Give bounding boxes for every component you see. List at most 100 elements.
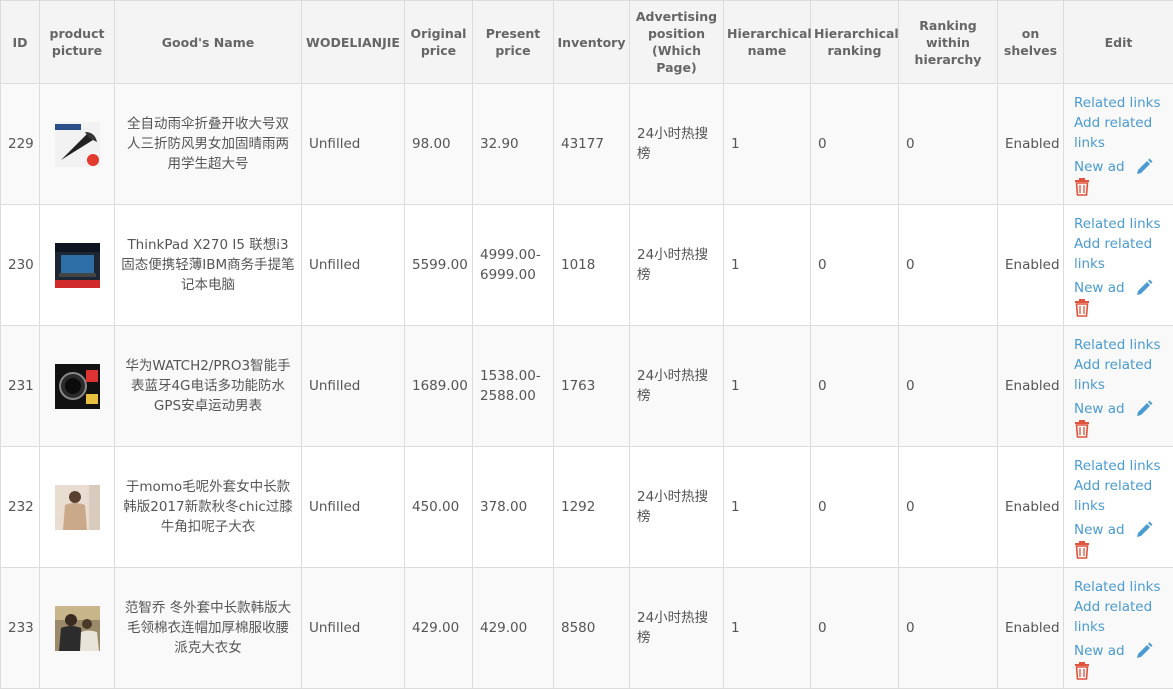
row-goods-name: 全自动雨伞折叠开收大号双人三折防风男女加固晴雨两用学生超大号 [115, 84, 302, 205]
row-wodelianjie: Unfilled [302, 326, 405, 447]
row-ad-position: 24小时热搜榜 [630, 447, 724, 568]
header-hierarchical-name: Hierarchical name [724, 1, 811, 84]
table-header: ID product picture Good's Name WODELIANJ… [1, 1, 1173, 84]
row-status: Enabled [998, 84, 1064, 205]
row-goods-name: 范智乔 冬外套中长款韩版大毛领棉衣连帽加厚棉服收腰派克大衣女 [115, 568, 302, 689]
product-table: ID product picture Good's Name WODELIANJ… [0, 0, 1173, 689]
header-inventory: Inventory [554, 1, 630, 84]
row-original-price: 1689.00 [405, 326, 473, 447]
row-wodelianjie: Unfilled [302, 568, 405, 689]
row-hierarchical-name: 1 [724, 326, 811, 447]
pencil-edit-icon[interactable] [1135, 642, 1153, 660]
row-goods-name: 于momo毛呢外套女中长款韩版2017新款秋冬chic过膝牛角扣呢子大衣 [115, 447, 302, 568]
table-body: 229 全自动雨伞折叠开收大号双人三折防风男女加固晴雨两用学生超大号 Unfil… [1, 84, 1173, 689]
row-hierarchical-ranking: 0 [811, 326, 899, 447]
row-hierarchical-name: 1 [724, 205, 811, 326]
row-edit-actions: Related links Add related links New ad [1064, 326, 1173, 447]
trash-delete-icon[interactable] [1074, 299, 1090, 317]
pencil-edit-icon[interactable] [1135, 400, 1153, 418]
product-thumbnail-umbrella[interactable] [55, 122, 100, 167]
row-ranking-within: 0 [899, 326, 998, 447]
row-present-price: 429.00 [473, 568, 554, 689]
row-wodelianjie: Unfilled [302, 447, 405, 568]
add-related-links-link[interactable]: Add related links [1074, 476, 1169, 516]
row-goods-name: 华为WATCH2/PRO3智能手表蓝牙4G电话多功能防水GPS安卓运动男表 [115, 326, 302, 447]
header-name: Good's Name [115, 1, 302, 84]
row-ad-position: 24小时热搜榜 [630, 84, 724, 205]
related-links-link[interactable]: Related links [1074, 335, 1169, 355]
header-id: ID [1, 1, 40, 84]
header-original-price: Original price [405, 1, 473, 84]
new-ad-link[interactable]: New ad [1074, 641, 1125, 661]
row-present-price: 32.90 [473, 84, 554, 205]
row-inventory: 1018 [554, 205, 630, 326]
table-row: 229 全自动雨伞折叠开收大号双人三折防风男女加固晴雨两用学生超大号 Unfil… [1, 84, 1173, 205]
add-related-links-link[interactable]: Add related links [1074, 113, 1169, 153]
row-hierarchical-name: 1 [724, 84, 811, 205]
row-original-price: 5599.00 [405, 205, 473, 326]
pencil-edit-icon[interactable] [1135, 158, 1153, 176]
row-hierarchical-ranking: 0 [811, 205, 899, 326]
related-links-link[interactable]: Related links [1074, 93, 1169, 113]
row-ranking-within: 0 [899, 447, 998, 568]
trash-delete-icon[interactable] [1074, 541, 1090, 559]
row-original-price: 98.00 [405, 84, 473, 205]
row-status: Enabled [998, 205, 1064, 326]
row-edit-actions: Related links Add related links New ad [1064, 84, 1173, 205]
row-ranking-within: 0 [899, 568, 998, 689]
table-row: 230 ThinkPad X270 I5 联想i3固态便携轻薄IBM商务手提笔记… [1, 205, 1173, 326]
row-ranking-within: 0 [899, 205, 998, 326]
add-related-links-link[interactable]: Add related links [1074, 234, 1169, 274]
row-present-price: 1538.00-2588.00 [473, 326, 554, 447]
trash-delete-icon[interactable] [1074, 178, 1090, 196]
table-row: 233 范智乔 冬外套中长款韩版大毛领棉衣连帽加厚棉服收腰派克大衣女 Unfil… [1, 568, 1173, 689]
header-hierarchical-ranking: Hierarchical ranking [811, 1, 899, 84]
header-wodelianjie: WODELIANJIE [302, 1, 405, 84]
row-present-price: 4999.00-6999.00 [473, 205, 554, 326]
add-related-links-link[interactable]: Add related links [1074, 355, 1169, 395]
header-edit: Edit [1064, 1, 1173, 84]
row-inventory: 43177 [554, 84, 630, 205]
product-thumbnail-laptop[interactable] [55, 243, 100, 288]
row-id: 233 [1, 568, 40, 689]
header-ad-position: Advertising position (Which Page) [630, 1, 724, 84]
header-on-shelves: on shelves [998, 1, 1064, 84]
row-wodelianjie: Unfilled [302, 84, 405, 205]
product-thumbnail-coat[interactable] [55, 485, 100, 530]
row-status: Enabled [998, 326, 1064, 447]
header-picture: product picture [40, 1, 115, 84]
new-ad-link[interactable]: New ad [1074, 278, 1125, 298]
row-id: 230 [1, 205, 40, 326]
pencil-edit-icon[interactable] [1135, 279, 1153, 297]
row-original-price: 429.00 [405, 568, 473, 689]
product-thumbnail-jacket[interactable] [55, 606, 100, 651]
pencil-edit-icon[interactable] [1135, 521, 1153, 539]
row-hierarchical-name: 1 [724, 447, 811, 568]
row-hierarchical-ranking: 0 [811, 84, 899, 205]
new-ad-link[interactable]: New ad [1074, 399, 1125, 419]
product-thumbnail-watch[interactable] [55, 364, 100, 409]
row-ranking-within: 0 [899, 84, 998, 205]
new-ad-link[interactable]: New ad [1074, 157, 1125, 177]
row-present-price: 378.00 [473, 447, 554, 568]
row-status: Enabled [998, 568, 1064, 689]
row-inventory: 1763 [554, 326, 630, 447]
row-original-price: 450.00 [405, 447, 473, 568]
related-links-link[interactable]: Related links [1074, 577, 1169, 597]
row-id: 229 [1, 84, 40, 205]
row-goods-name: ThinkPad X270 I5 联想i3固态便携轻薄IBM商务手提笔记本电脑 [115, 205, 302, 326]
row-id: 231 [1, 326, 40, 447]
related-links-link[interactable]: Related links [1074, 214, 1169, 234]
row-status: Enabled [998, 447, 1064, 568]
row-ad-position: 24小时热搜榜 [630, 326, 724, 447]
row-hierarchical-name: 1 [724, 568, 811, 689]
row-ad-position: 24小时热搜榜 [630, 205, 724, 326]
new-ad-link[interactable]: New ad [1074, 520, 1125, 540]
row-inventory: 1292 [554, 447, 630, 568]
related-links-link[interactable]: Related links [1074, 456, 1169, 476]
add-related-links-link[interactable]: Add related links [1074, 597, 1169, 637]
row-hierarchical-ranking: 0 [811, 568, 899, 689]
trash-delete-icon[interactable] [1074, 420, 1090, 438]
row-id: 232 [1, 447, 40, 568]
row-ad-position: 24小时热搜榜 [630, 568, 724, 689]
